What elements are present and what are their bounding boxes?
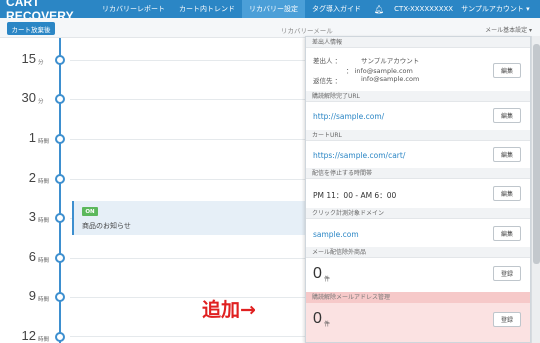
timeline-unit: 時間 [38, 139, 50, 145]
timeline-unit: 時間 [38, 297, 50, 303]
timeline-divider [70, 60, 305, 61]
timeline-dot[interactable] [55, 213, 65, 223]
click-domain-header: クリック計測対象ドメイン [306, 208, 530, 219]
excluded-products-register-button[interactable]: 登録 [493, 266, 521, 281]
sender-header: 差出人情報 [306, 37, 530, 48]
timeline-unit: 分 [38, 99, 44, 105]
cart-url-header: カートURL [306, 130, 530, 141]
nav-recovery-settings[interactable]: リカバリー設定 [242, 0, 305, 18]
timeline-divider [70, 258, 305, 259]
on-badge: ON [82, 207, 98, 216]
timeline-dot[interactable] [55, 94, 65, 104]
cart-url-edit-button[interactable]: 編集 [493, 147, 521, 162]
timeline-unit: 時間 [38, 218, 50, 224]
reply-label: 返信先 ： [313, 77, 342, 85]
timeline-unit: 時間 [38, 179, 50, 185]
unsub-address-count: 0 [313, 310, 322, 327]
timeline-value: 9 [28, 288, 36, 303]
timeline-divider [70, 297, 305, 298]
click-domain-edit-button[interactable]: 編集 [493, 226, 521, 241]
unsub-address-header: 購読解除メールアドレス管理 [306, 292, 530, 303]
unsub-address-unit: 件 [324, 321, 331, 328]
unsub-address-register-button[interactable]: 登録 [493, 312, 521, 327]
reply-email: info@sample.com [361, 75, 420, 83]
timeline-unit: 時間 [38, 337, 50, 343]
click-domain-link[interactable]: sample.com [313, 230, 359, 239]
timeline-value: 15 [21, 51, 36, 66]
mail-settings-panel: 差出人情報 差出人 ： サンプルアカウント ： info@sample.com … [305, 36, 531, 343]
account-id[interactable]: CTX-XXXXXXXXX [390, 0, 457, 18]
timeline-dot[interactable] [55, 332, 65, 342]
timeline-dot[interactable] [55, 253, 65, 263]
timeline-value: 12 [21, 328, 36, 343]
stop-time-header: 配信を停止する時間帯 [306, 168, 530, 179]
stop-time-edit-button[interactable]: 編集 [493, 186, 521, 201]
timeline-dot[interactable] [55, 55, 65, 65]
timeline-value: 30 [21, 90, 36, 105]
nav-recovery-report[interactable]: リカバリーレポート [95, 0, 172, 18]
recovery-mail-card[interactable]: ON 商品のお知らせ [72, 201, 305, 235]
from-label: 差出人 ： [313, 57, 342, 65]
timeline-unit: 時間 [38, 258, 50, 264]
timeline-value: 6 [28, 249, 36, 264]
nav-tag-guide[interactable]: タグ導入ガイド [305, 0, 368, 18]
stop-time-value: PM 11：00 - AM 6：00 [313, 191, 397, 200]
mail-settings-dropdown[interactable]: メール基本設定 ▾ [485, 25, 532, 34]
unsubscribe-url-link[interactable]: http://sample.com/ [313, 112, 384, 121]
excluded-products-count: 0 [313, 265, 322, 282]
bell-icon[interactable]: 🔔︎ [368, 0, 390, 18]
unsubscribe-url-edit-button[interactable]: 編集 [493, 108, 521, 123]
timeline-dot[interactable] [55, 292, 65, 302]
nav-cart-trend[interactable]: カート内トレンド [172, 0, 242, 18]
timeline-divider [70, 139, 305, 140]
timeline-value: 3 [28, 209, 36, 224]
mail-card-label: 商品のお知らせ [82, 222, 131, 230]
from-name: サンプルアカウント [361, 57, 420, 65]
excluded-products-header: メール配信除外商品 [306, 247, 530, 258]
timeline-value: 1 [28, 130, 36, 145]
unsubscribe-url-header: 購読解除完了URL [306, 91, 530, 102]
timeline-divider [70, 336, 305, 337]
excluded-products-unit: 件 [324, 276, 331, 283]
added-annotation: 追加→ [202, 299, 256, 321]
timeline-dot[interactable] [55, 134, 65, 144]
timeline: 15 分 30 分 1 時間 2 時間 3 時間 6 時間 9 時間 12 時間… [0, 38, 305, 343]
cart-abandon-button[interactable]: カート放棄後 [7, 22, 55, 35]
page: CART RECOVERY リカバリーレポート カート内トレンド リカバリー設定… [0, 0, 540, 343]
panel-scrollbar[interactable] [531, 36, 540, 343]
timeline-divider [70, 99, 305, 100]
from-email: ： info@sample.com [346, 67, 413, 75]
scroll-thumb[interactable] [533, 44, 540, 264]
sub-bar: カート放棄後 リカバリーメール メール基本設定 ▾ [0, 18, 540, 38]
timeline-value: 2 [28, 170, 36, 185]
timeline-divider [70, 179, 305, 180]
top-nav: CART RECOVERY リカバリーレポート カート内トレンド リカバリー設定… [0, 0, 540, 23]
account-menu[interactable]: サンプルアカウント ▾ [457, 0, 534, 18]
cart-url-link[interactable]: https://sample.com/cart/ [313, 151, 405, 160]
timeline-dot[interactable] [55, 174, 65, 184]
section-title: リカバリーメール [281, 27, 333, 35]
timeline-unit: 分 [38, 60, 44, 66]
sender-edit-button[interactable]: 編集 [493, 63, 521, 78]
